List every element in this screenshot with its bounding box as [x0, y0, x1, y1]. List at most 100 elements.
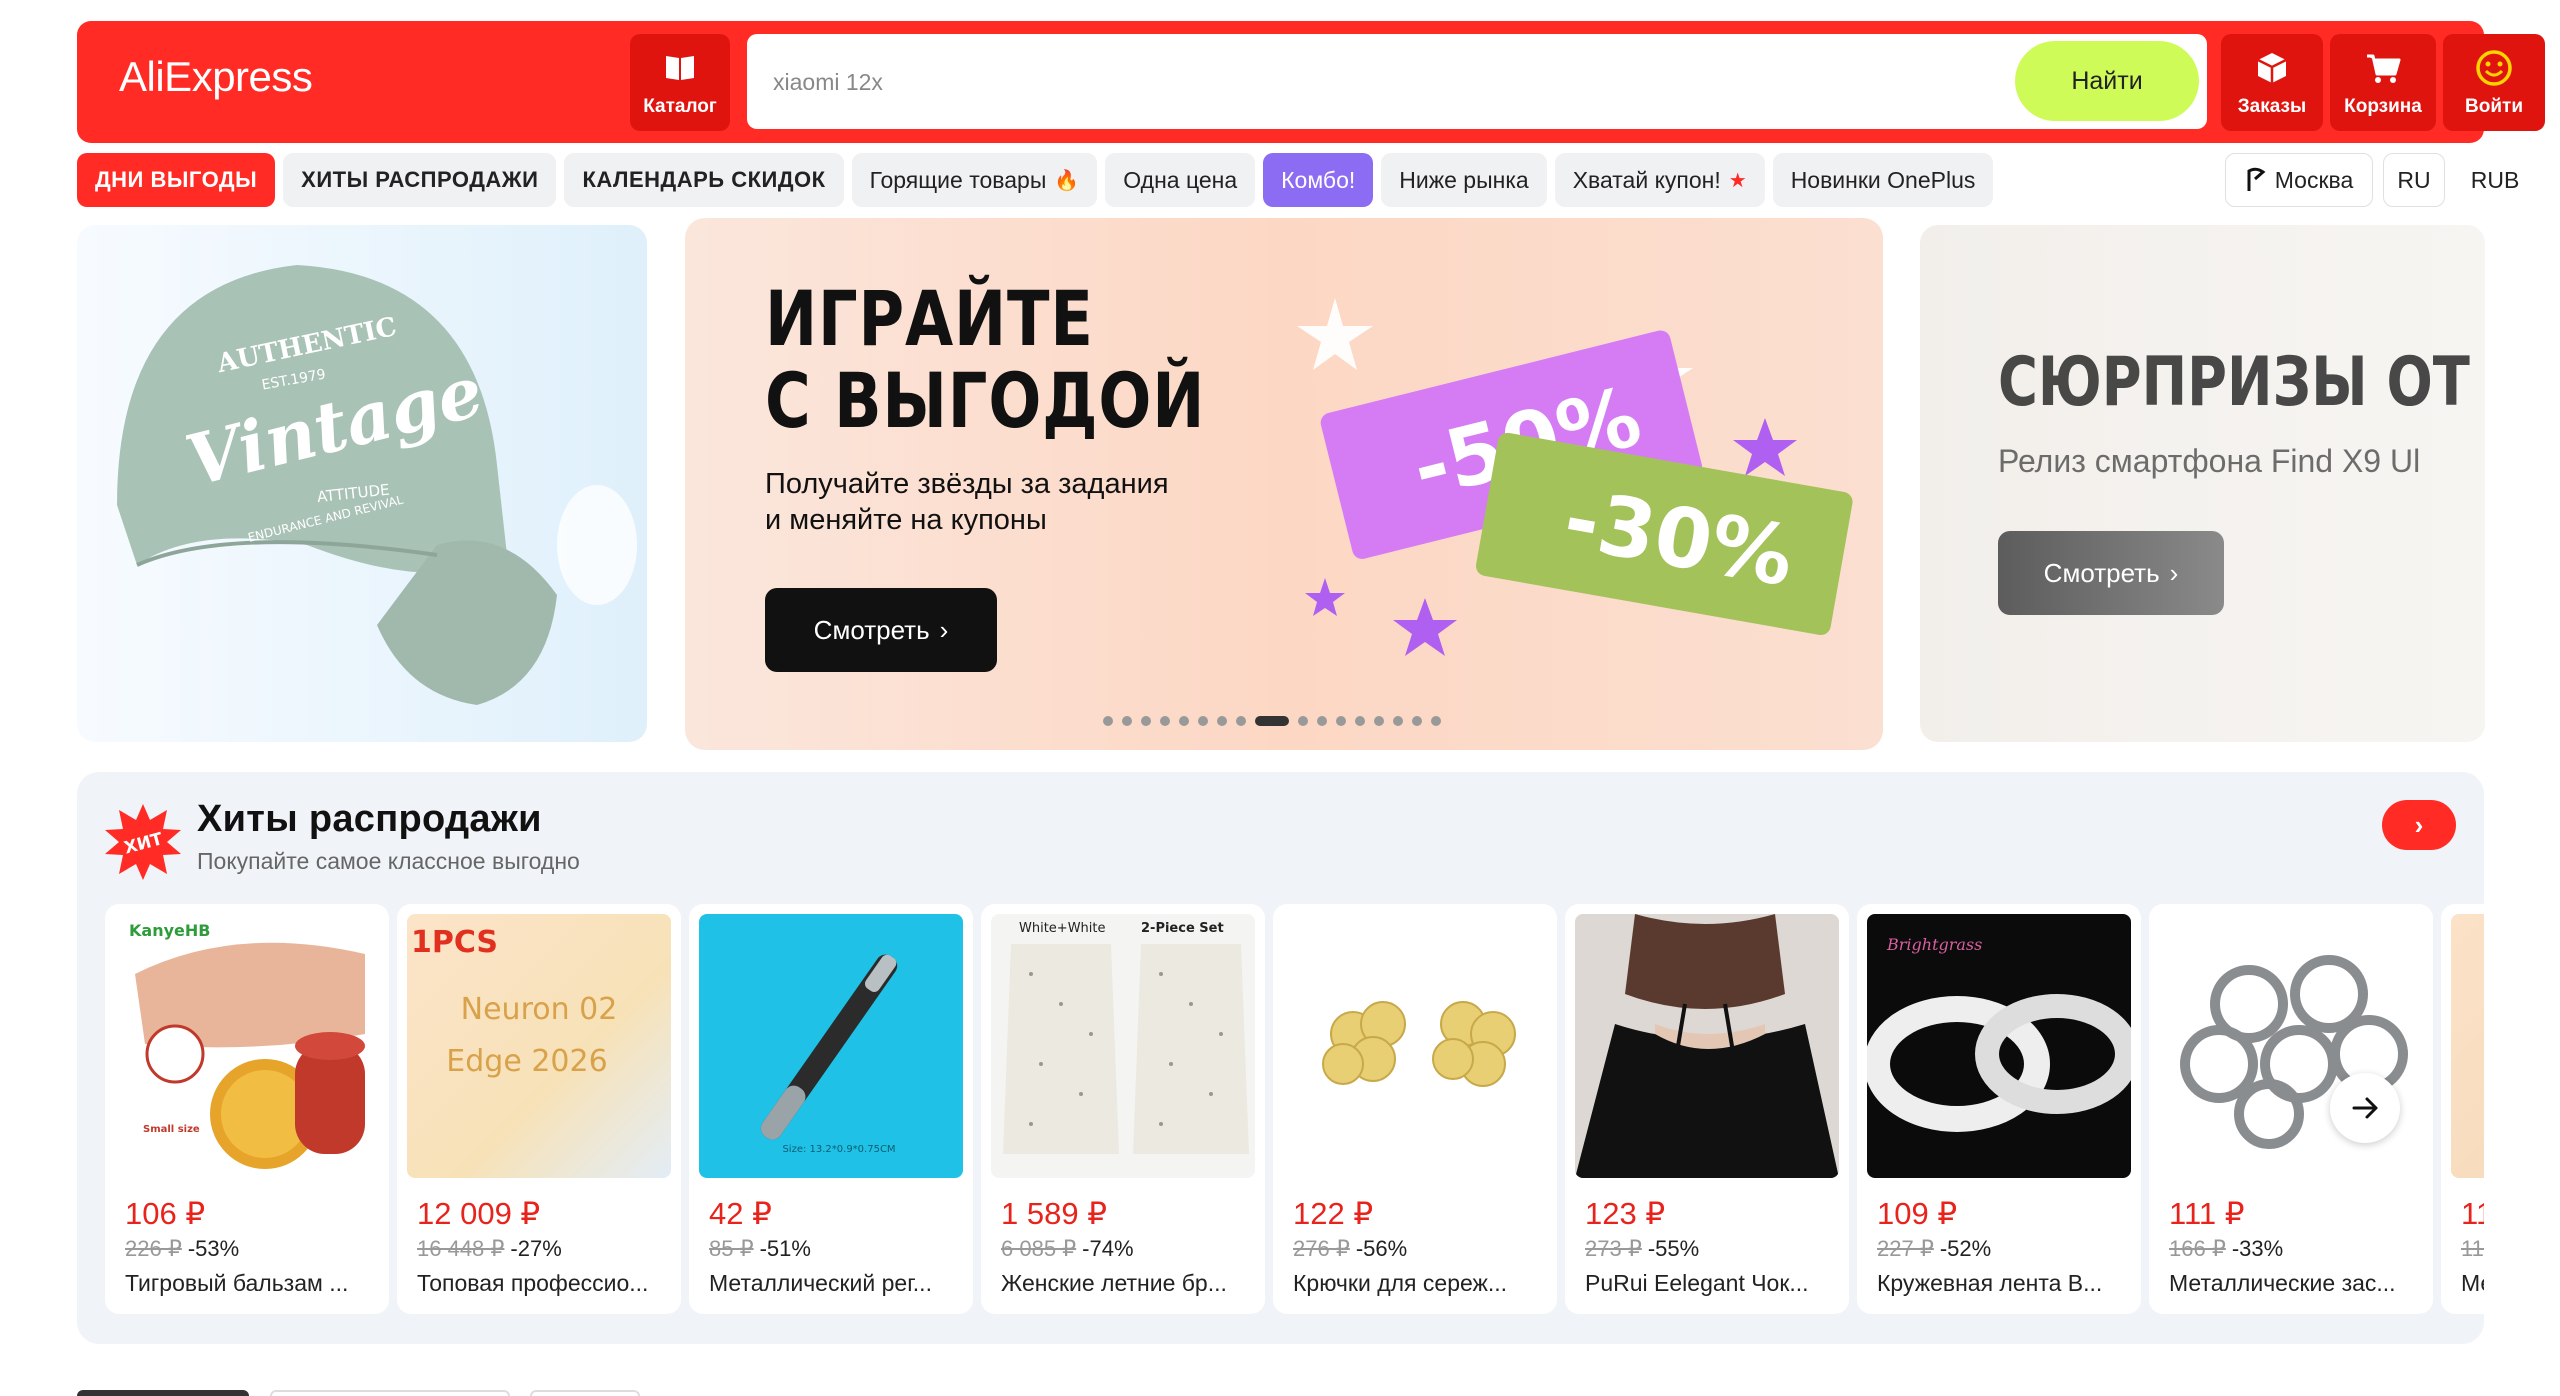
product-image: [2451, 914, 2484, 1178]
catalog-button[interactable]: Каталог: [630, 34, 730, 131]
carousel-dot[interactable]: [1160, 716, 1170, 726]
carousel-next-button[interactable]: [2330, 1073, 2400, 1143]
city-selector[interactable]: Москва: [2225, 153, 2373, 207]
product-price: 1 589 ₽: [1001, 1196, 1107, 1231]
banner-watch-button[interactable]: Смотреть ›: [765, 588, 997, 672]
product-title[interactable]: Крючки для сереж...: [1293, 1270, 1545, 1297]
bottom-tab[interactable]: [77, 1390, 249, 1396]
product-old-price-row: 276 ₽ -56%: [1293, 1236, 1407, 1262]
product-card[interactable]: 123 ₽ 273 ₽ -55% PuRui Eelegant Чок...: [1565, 904, 1849, 1314]
svg-text:KanyeHB: KanyeHB: [129, 921, 210, 940]
carousel-dot[interactable]: [1236, 716, 1246, 726]
carousel-dot[interactable]: [1198, 716, 1208, 726]
product-title[interactable]: Кружевная лента B...: [1877, 1270, 2129, 1297]
carousel-dot[interactable]: [1298, 716, 1308, 726]
banner-right-subtitle: Релиз смартфона Find X9 Ul: [1998, 443, 2421, 479]
svg-text:Edge 2026: Edge 2026: [446, 1044, 607, 1079]
product-price: 109 ₽: [1877, 1196, 1958, 1231]
product-title[interactable]: Тигровый бальзам ...: [125, 1270, 377, 1297]
search-box: Найти: [747, 34, 2207, 129]
nav-sale-hits[interactable]: ХИТЫ РАСПРОДАЖИ: [283, 153, 557, 207]
nav-benefit-days[interactable]: ДНИ ВЫГОДЫ: [77, 153, 276, 207]
product-title[interactable]: Топовая профессио...: [417, 1270, 669, 1297]
product-price: 111 ₽: [2169, 1196, 2245, 1231]
bottom-tab[interactable]: [530, 1390, 640, 1396]
banner-subtitle-line2: и меняйте на купоны: [765, 504, 1047, 536]
nav-combo[interactable]: Комбо!: [1263, 153, 1374, 207]
svg-text:Neuron 02: Neuron 02: [461, 992, 618, 1027]
carousel-dot[interactable]: [1179, 716, 1189, 726]
section-title: Хиты распродажи: [197, 798, 542, 840]
product-title[interactable]: Женские летние бр...: [1001, 1270, 1253, 1297]
carousel-dot[interactable]: [1103, 716, 1113, 726]
banner-right-watch-button[interactable]: Смотреть ›: [1998, 531, 2224, 615]
login-button[interactable]: Войти: [2443, 34, 2545, 131]
carousel-dot[interactable]: [1374, 716, 1384, 726]
carousel-dot[interactable]: [1412, 716, 1422, 726]
nav-oneplus-new[interactable]: Новинки OnePlus: [1772, 153, 1994, 207]
cart-label: Корзина: [2344, 95, 2422, 117]
catalog-label: Каталог: [643, 95, 717, 117]
city-label: Москва: [2274, 166, 2354, 193]
product-card[interactable]: White+White 2-Piece Set 1 589 ₽ 6 085 ₽ -…: [981, 904, 1265, 1314]
section-more-button[interactable]: ›: [2382, 800, 2456, 850]
carousel-dot[interactable]: [1255, 716, 1289, 726]
sale-hits-section: ХИТ Хиты распродажи Покупайте самое клас…: [77, 772, 2484, 1344]
product-old-price: 227 ₽: [1877, 1236, 1934, 1261]
banner-cap[interactable]: AUTHENTIC EST.1979 Vintage ATTITUDE ENDU…: [77, 225, 647, 742]
product-title[interactable]: Металлический рег...: [709, 1270, 961, 1297]
product-image: [2159, 914, 2423, 1178]
nav-hot-products[interactable]: Горящие товары 🔥: [851, 153, 1098, 207]
search-input[interactable]: [773, 60, 1873, 104]
product-old-price-row: 6 085 ₽ -74%: [1001, 1236, 1134, 1262]
carousel-dot[interactable]: [1217, 716, 1227, 726]
orders-button[interactable]: Заказы: [2221, 34, 2323, 131]
nav-label: Одна цена: [1123, 166, 1238, 193]
carousel-dot[interactable]: [1122, 716, 1132, 726]
nav-below-market[interactable]: Ниже рынка: [1381, 153, 1547, 207]
carousel-dot[interactable]: [1317, 716, 1327, 726]
orders-box-icon: [2257, 52, 2287, 83]
product-card[interactable]: 122 ₽ 276 ₽ -56% Крючки для сереж...: [1273, 904, 1557, 1314]
product-image: Size: 13.2*0.9*0.75CM: [699, 914, 963, 1178]
product-card[interactable]: Brightgrass 109 ₽ 227 ₽ -52% Кружевная ле…: [1857, 904, 2141, 1314]
svg-text:2-Piece Set: 2-Piece Set: [1141, 921, 1224, 936]
location-pin-icon: [2247, 167, 2266, 191]
carousel-dot[interactable]: [1393, 716, 1403, 726]
cart-icon: [2367, 54, 2401, 83]
product-card[interactable]: 1PCS Neuron 02 Edge 2026 12 009 ₽ 16 448…: [397, 904, 681, 1314]
carousel-dot[interactable]: [1355, 716, 1365, 726]
cart-button[interactable]: Корзина: [2330, 34, 2436, 131]
product-title[interactable]: Ме: [2461, 1270, 2484, 1297]
product-card[interactable]: KanyeHB Small size 106 ₽ 226 ₽ -53% Тигро…: [105, 904, 389, 1314]
carousel-dot[interactable]: [1141, 716, 1151, 726]
cap-image: AUTHENTIC EST.1979 Vintage ATTITUDE ENDU…: [117, 265, 637, 705]
banner-surprises[interactable]: СЮРПРИЗЫ ОТ О Релиз смартфона Find X9 Ul…: [1920, 225, 2485, 742]
chevron-right-icon: ›: [939, 614, 949, 645]
product-title[interactable]: Металлические зас...: [2169, 1270, 2421, 1297]
svg-text:Brightgrass: Brightgrass: [1886, 935, 1982, 954]
carousel-dot[interactable]: [1431, 716, 1441, 726]
nav-label: Новинки OnePlus: [1790, 166, 1976, 193]
star-icon: ★: [1728, 169, 1747, 192]
product-card[interactable]: 113 119 Ме: [2441, 904, 2484, 1314]
banner-play-with-benefit[interactable]: ИГРАЙТЕ С ВЫГОДОЙ Получайте звёзды за за…: [685, 218, 1883, 750]
carousel-dot[interactable]: [1336, 716, 1346, 726]
product-old-price: 276 ₽: [1293, 1236, 1350, 1261]
banner-button-label: Смотреть: [813, 614, 930, 645]
hit-badge-icon: ХИТ: [105, 804, 181, 880]
currency-selector[interactable]: RUB: [2455, 153, 2535, 207]
product-old-price: 166 ₽: [2169, 1236, 2226, 1261]
product-title[interactable]: PuRui Eelegant Чок...: [1585, 1270, 1837, 1297]
nav-discount-calendar[interactable]: КАЛЕНДАРЬ СКИДОК: [564, 153, 844, 207]
product-old-price-row: 119: [2461, 1236, 2484, 1262]
nav-one-price[interactable]: Одна цена: [1105, 153, 1256, 207]
search-button[interactable]: Найти: [2015, 41, 2199, 121]
aliexpress-logo[interactable]: AliExpress: [119, 53, 313, 101]
orders-label: Заказы: [2237, 95, 2307, 117]
product-card[interactable]: Size: 13.2*0.9*0.75CM 42 ₽ 85 ₽ -51% Мета…: [689, 904, 973, 1314]
bottom-tab[interactable]: [270, 1390, 510, 1396]
language-selector[interactable]: RU: [2383, 153, 2445, 207]
product-old-price: 273 ₽: [1585, 1236, 1642, 1261]
nav-grab-coupon[interactable]: Хватай купон! ★: [1554, 153, 1765, 207]
